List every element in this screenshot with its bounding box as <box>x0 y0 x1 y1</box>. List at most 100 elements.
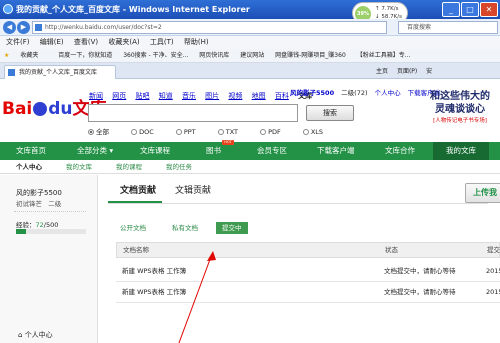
page-menu-button[interactable]: 页面(P) <box>397 68 417 75</box>
doc-status: 文档提交中，请耐心等待 <box>384 267 456 275</box>
topnav-video[interactable]: 视频 <box>228 92 242 100</box>
filter-pdf[interactable]: PDF <box>260 128 291 136</box>
menu-bar: 文件(F) 编辑(E) 查看(V) 收藏夹(A) 工具(T) 帮助(H) <box>0 36 500 49</box>
experience-progress <box>16 229 86 234</box>
column-status: 状态 <box>385 246 398 254</box>
table-header: 文档名称 状态 提交 <box>116 242 500 258</box>
experience-label: 经验：72/500 <box>16 221 59 229</box>
divider <box>14 211 86 212</box>
fav-link[interactable]: 网盘赚钱-网赚项目_赚360 <box>275 52 346 59</box>
search-button[interactable]: 搜索 <box>306 105 354 121</box>
filter-all[interactable]: 全部 <box>88 128 119 136</box>
promo-line-2: 灵魂谈谈心 <box>435 104 485 115</box>
tab-favicon-icon <box>8 69 15 76</box>
back-icon[interactable]: ◀ <box>3 21 16 34</box>
fav-link[interactable]: 【粉丝工具箱】专... <box>357 52 411 59</box>
topnav-baike[interactable]: 百科 <box>275 92 289 100</box>
fav-link[interactable]: 建议网站 <box>240 52 264 59</box>
fav-link[interactable]: 360搜索 - 干净、安全... <box>123 52 188 59</box>
home-icon: ⌂ <box>18 331 23 339</box>
tab-doc-contribution[interactable]: 文档贡献 <box>120 183 180 196</box>
topnav-zhidao[interactable]: 知道 <box>159 92 173 100</box>
hot-badge: HOT <box>222 140 234 145</box>
address-bar-row: ◀ ▶ http://wenku.baidu.com/user/doc?st=2… <box>0 19 500 36</box>
topnav-tieba[interactable]: 贴吧 <box>135 92 149 100</box>
topnav-map[interactable]: 地图 <box>252 92 266 100</box>
star-icon: ★ <box>4 52 10 59</box>
filter-public-docs[interactable]: 公开文档 <box>120 222 146 234</box>
nav-wenku-home[interactable]: 文库首页 <box>16 142 46 160</box>
promo-banner[interactable]: 和这些伟大的 灵魂谈谈心 [人物传记电子书专场] <box>420 90 500 134</box>
favorites-button[interactable]: ★ 收藏夹 <box>4 52 47 59</box>
nav-books[interactable]: 图书 <box>206 142 221 160</box>
favorites-bar: ★ 收藏夹 百度一下，你就知道 360搜索 - 干净、安全... 网页快讯库 建… <box>0 49 500 63</box>
upload-button[interactable]: 上传我 <box>465 183 500 203</box>
tab-bar: 我的贡献_个人文库_百度文库 主页 页面(P) 安 <box>0 63 500 79</box>
doc-name[interactable]: 新建 WPS表格 工作簿 <box>122 261 186 282</box>
safety-menu-button[interactable]: 安 <box>426 68 432 75</box>
topnav-music[interactable]: 音乐 <box>182 92 196 100</box>
minimize-button[interactable]: _ <box>442 2 460 17</box>
window-titlebar: 我的贡献_个人文库_百度文库 - Windows Internet Explor… <box>0 0 500 19</box>
nav-vip[interactable]: 会员专区 <box>257 142 287 160</box>
menu-help[interactable]: 帮助(H) <box>184 38 209 46</box>
menu-tools[interactable]: 工具(T) <box>150 38 174 46</box>
top-navigation: 新闻 网页 贴吧 知道 音乐 图片 视频 地图 百科 文库 <box>89 91 319 101</box>
topnav-news[interactable]: 新闻 <box>89 92 103 100</box>
nav-download-client[interactable]: 下载客户端 <box>317 142 355 160</box>
browser-tab[interactable]: 我的贡献_个人文库_百度文库 <box>4 65 116 79</box>
tab-collection-contribution[interactable]: 文辑贡献 <box>175 183 235 196</box>
table-row: 新建 WPS表格 工作簿 文档提交中，请耐心等待 2015 <box>116 261 500 282</box>
subnav-my-wenku[interactable]: 我的文库 <box>66 160 92 174</box>
nav-courses[interactable]: 文库课程 <box>140 142 170 160</box>
forward-icon[interactable]: ▶ <box>17 21 30 34</box>
command-bar: 主页 页面(P) 安 <box>376 65 439 78</box>
subnav-my-tasks[interactable]: 我的任务 <box>166 160 192 174</box>
ie-icon <box>3 4 13 14</box>
filter-xls[interactable]: XLS <box>302 128 333 136</box>
doc-name[interactable]: 新建 WPS表格 工作簿 <box>122 282 186 303</box>
radio-icon <box>302 129 309 135</box>
table-row: 新建 WPS表格 工作簿 文档提交中，请耐心等待 2015 <box>116 282 500 303</box>
site-favicon-icon <box>35 24 42 31</box>
fav-link[interactable]: 网页快讯库 <box>199 52 229 59</box>
experience-fill <box>16 229 27 234</box>
window-title: 我的贡献_个人文库_百度文库 - Windows Internet Explor… <box>16 5 250 14</box>
nav-all-categories[interactable]: 全部分类 ▾ <box>77 142 113 160</box>
nav-my-wenku[interactable]: 我的文库 <box>433 142 489 160</box>
filter-submitting[interactable]: 提交中 <box>216 222 248 234</box>
menu-favorites[interactable]: 收藏夹(A) <box>108 38 139 46</box>
subnav-my-courses[interactable]: 我的课程 <box>116 160 142 174</box>
close-button[interactable]: ✕ <box>480 2 498 17</box>
search-input[interactable]: 百度搜索 <box>398 21 498 34</box>
radio-icon <box>175 129 182 135</box>
address-input[interactable]: http://wenku.baidu.com/user/doc?st=2 <box>32 21 387 34</box>
radio-icon <box>131 129 138 135</box>
filter-ppt[interactable]: PPT <box>175 128 206 136</box>
nav-cooperation[interactable]: 文库合作 <box>385 142 415 160</box>
doc-date: 2015 <box>486 267 500 275</box>
menu-edit[interactable]: 编辑(E) <box>40 38 64 46</box>
menu-view[interactable]: 查看(V) <box>74 38 98 46</box>
sidebar-user-center[interactable]: ⌂ 个人中心 <box>18 330 53 340</box>
filter-doc[interactable]: DOC <box>131 128 164 136</box>
topnav-web[interactable]: 网页 <box>112 92 126 100</box>
filter-private-docs[interactable]: 私有文档 <box>172 222 198 234</box>
profile-name[interactable]: 风的影子5500 <box>16 188 62 198</box>
sub-navigation: 个人中心 我的文库 我的课程 我的任务 <box>0 160 500 174</box>
doc-date: 2015 <box>486 288 500 296</box>
promo-line-3: [人物传记电子书专场] <box>433 118 487 124</box>
wenku-search-input[interactable] <box>88 104 298 122</box>
maximize-button[interactable]: □ <box>461 2 479 17</box>
fav-link[interactable]: 百度一下，你就知道 <box>58 52 112 59</box>
menu-file[interactable]: 文件(F) <box>6 38 30 46</box>
subnav-user-center[interactable]: 个人中心 <box>16 160 42 174</box>
profile-sidebar: 风的影子5500 初试锋芒 二级 经验：72/500 ⌂ 个人中心 <box>0 175 98 343</box>
radio-icon <box>260 129 267 135</box>
username-link[interactable]: 风的影子5500 <box>290 89 334 97</box>
column-doc-name: 文档名称 <box>123 246 149 254</box>
user-center-link[interactable]: 个人中心 <box>375 89 401 97</box>
topnav-images[interactable]: 图片 <box>205 92 219 100</box>
filter-txt[interactable]: TXT <box>217 128 248 136</box>
home-button[interactable]: 主页 <box>376 68 388 75</box>
